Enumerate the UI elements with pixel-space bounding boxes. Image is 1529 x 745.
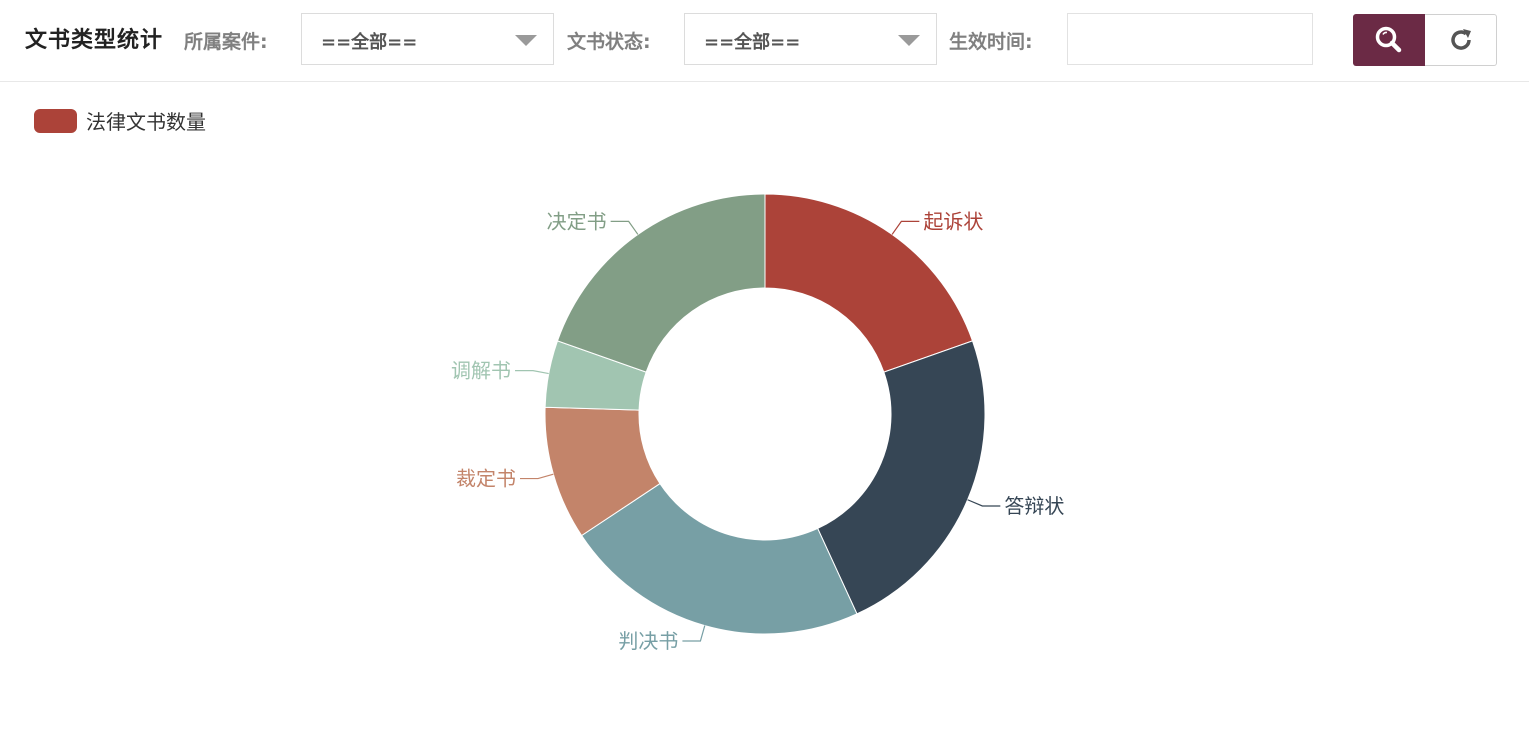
- slice-label-1: 答辩状: [1004, 494, 1064, 518]
- slice-label-4: 调解书: [451, 359, 511, 383]
- slice-label-5: 决定书: [547, 209, 607, 233]
- slice-label-0: 起诉状: [923, 209, 983, 233]
- slice-leader-line-1: [967, 499, 1001, 507]
- slice-label-3: 裁定书: [456, 467, 516, 491]
- donut-chart: 起诉状答辩状判决书 裁定书 调解书 决定书: [451, 193, 1064, 653]
- slice-label-2: 判决书: [618, 629, 678, 653]
- slice-leader-line-3: [520, 473, 554, 480]
- slice-leader-line-5: [610, 220, 639, 235]
- donut-slice-1[interactable]: [816, 340, 986, 615]
- slice-leader-line-0: [891, 220, 920, 235]
- slice-leader-line-4: [515, 370, 549, 375]
- slice-leader-line-2: [682, 625, 706, 642]
